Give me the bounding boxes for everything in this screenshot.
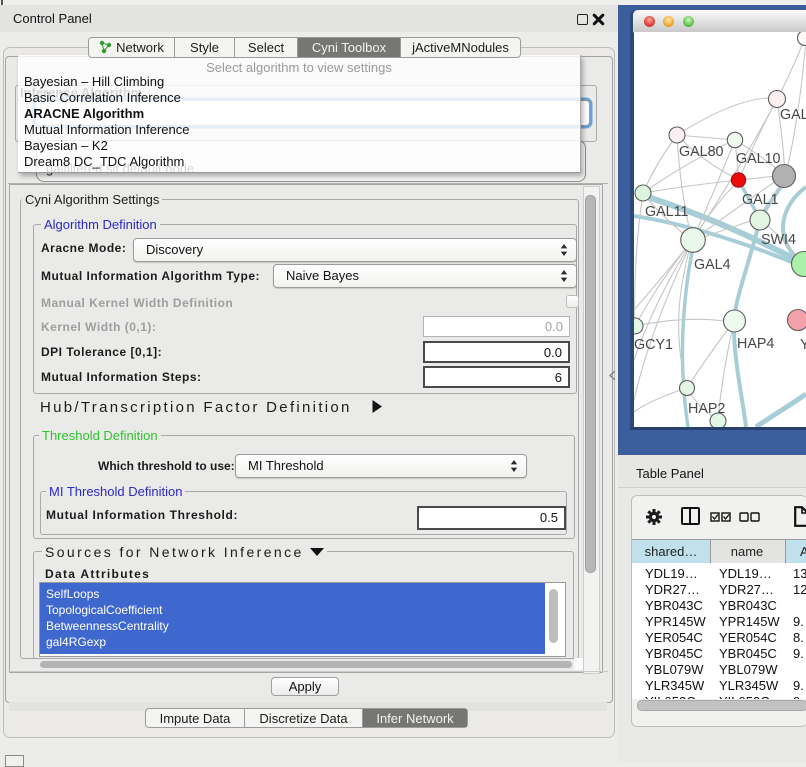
svg-text:HAP2: HAP2 — [688, 401, 725, 417]
svg-text:GCY1: GCY1 — [634, 337, 673, 353]
svg-text:Y: Y — [800, 337, 806, 353]
svg-text:SWI4: SWI4 — [761, 232, 796, 248]
svg-text:GAL10: GAL10 — [736, 151, 781, 167]
svg-text:GAL1: GAL1 — [742, 192, 779, 208]
svg-text:GAL80: GAL80 — [679, 144, 724, 160]
svg-text:HAP4: HAP4 — [737, 336, 774, 352]
svg-text:GAL11: GAL11 — [645, 204, 688, 220]
svg-text:GAL7: GAL7 — [780, 107, 806, 123]
svg-text:GAL4: GAL4 — [694, 257, 731, 273]
